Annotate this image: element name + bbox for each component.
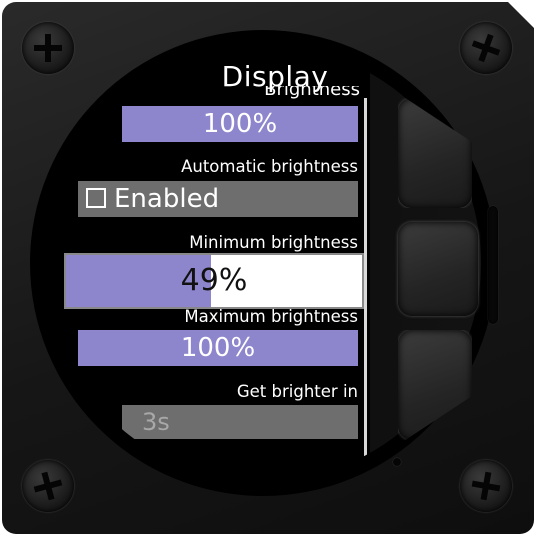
automatic-brightness-toggle[interactable]: Enabled	[78, 181, 358, 217]
maximum-brightness-bar[interactable]: 100%	[78, 330, 358, 366]
maximum-brightness-label: Maximum brightness	[184, 307, 358, 326]
enabled-label: Enabled	[114, 184, 220, 214]
minimum-brightness-value: 49%	[180, 263, 248, 298]
rotary-knob-slot[interactable]	[488, 206, 498, 324]
enter-button[interactable]	[398, 222, 478, 316]
get-brighter-in-field[interactable]: 3s	[122, 405, 358, 439]
checkbox-icon[interactable]	[86, 187, 106, 208]
brightness-value: 100%	[202, 109, 278, 139]
brightness-label: Brightness	[264, 86, 360, 100]
get-brighter-in-value: 3s	[142, 408, 170, 436]
maximum-brightness-value: 100%	[180, 333, 256, 363]
brightness-bar[interactable]: 100%	[122, 106, 358, 142]
scrollbar[interactable]	[364, 98, 367, 458]
minimum-brightness-label: Minimum brightness	[189, 233, 358, 252]
automatic-brightness-label: Automatic brightness	[181, 157, 358, 176]
minimum-brightness-field[interactable]: 49%	[64, 253, 364, 309]
get-brighter-in-label: Get brighter in	[236, 382, 358, 401]
sensor-dot	[393, 458, 401, 466]
